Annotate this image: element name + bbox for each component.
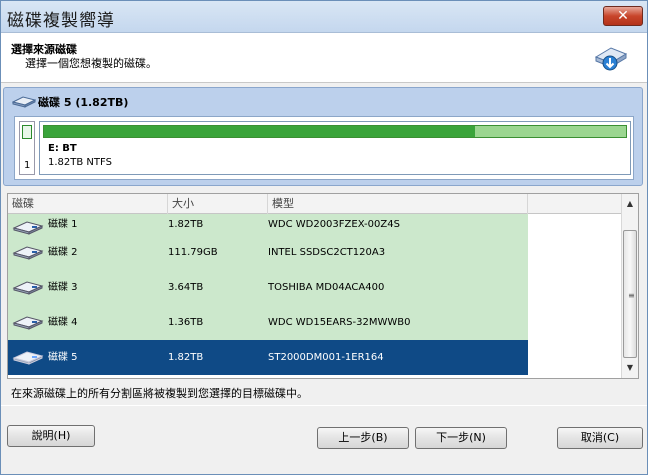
- close-button[interactable]: ✕: [603, 6, 643, 26]
- disk-index-number: 1: [24, 160, 31, 171]
- disk-name: 磁碟 3: [48, 282, 78, 293]
- disk-size: 111.79GB: [168, 247, 218, 258]
- partition-label: E: BT: [48, 143, 77, 154]
- table-row[interactable]: 磁碟 4 1.36TB WDC WD15EARS-32MWWB0: [8, 305, 528, 340]
- hard-disk-icon: [12, 316, 44, 330]
- column-header-disk[interactable]: 磁碟: [8, 194, 168, 214]
- hard-disk-icon: [12, 351, 44, 365]
- disk-name: 磁碟 2: [48, 247, 78, 258]
- source-disk-panel: 磁碟 5 (1.82TB) 1 E: BT 1.82TB NTFS: [3, 87, 643, 186]
- vertical-scrollbar[interactable]: ▲ ≡ ▼: [621, 194, 638, 378]
- partition-block[interactable]: E: BT 1.82TB NTFS: [39, 121, 631, 175]
- page-subtitle: 選擇一個您想複製的磁碟。: [25, 57, 157, 70]
- table-row[interactable]: 磁碟 2 111.79GB INTEL SSDSC2CT120A3: [8, 235, 528, 270]
- disk-copy-icon: [594, 47, 628, 71]
- disk-index-bar: [22, 125, 32, 139]
- hard-disk-icon: [12, 221, 44, 235]
- grip-icon: ≡: [628, 291, 635, 300]
- help-button[interactable]: 說明(H): [7, 425, 95, 447]
- disk-name: 磁碟 5: [48, 352, 78, 363]
- title-bar: 磁碟複製嚮導 ✕: [1, 1, 647, 33]
- table-row-selected[interactable]: 磁碟 5 1.82TB ST2000DM001-1ER164: [8, 340, 528, 375]
- scrollbar-thumb[interactable]: ≡: [623, 230, 637, 358]
- back-button[interactable]: 上一步(B): [317, 427, 409, 449]
- table-row[interactable]: 磁碟 3 3.64TB TOSHIBA MD04ACA400: [8, 270, 528, 305]
- disk-size: 1.36TB: [168, 317, 204, 328]
- disk-model: INTEL SSDSC2CT120A3: [268, 247, 386, 258]
- cancel-button[interactable]: 取消(C): [557, 427, 643, 449]
- disk-model: TOSHIBA MD04ACA400: [268, 282, 385, 293]
- hard-disk-icon: [12, 281, 44, 295]
- info-text: 在來源磁碟上的所有分割區將被複製到您選擇的目標磁碟中。: [11, 387, 308, 400]
- disk-model: ST2000DM001-1ER164: [268, 352, 384, 363]
- disk-model: WDC WD15EARS-32MWWB0: [268, 317, 411, 328]
- disk-size: 1.82TB: [168, 352, 204, 363]
- partition-usage-bar: [43, 125, 627, 138]
- scroll-down-arrow-icon[interactable]: ▼: [622, 360, 638, 376]
- disk-copy-wizard-window: 磁碟複製嚮導 ✕ 選擇來源磁碟 選擇一個您想複製的磁碟。 磁碟 5 (1.82T…: [0, 0, 648, 475]
- source-disk-title: 磁碟 5 (1.82TB): [38, 96, 129, 109]
- table-empty-area: [528, 214, 622, 378]
- disk-size: 3.64TB: [168, 282, 204, 293]
- close-icon: ✕: [617, 8, 629, 24]
- scroll-up-arrow-icon[interactable]: ▲: [622, 196, 638, 212]
- table-header: 磁碟 大小 模型: [8, 194, 622, 214]
- next-button[interactable]: 下一步(N): [415, 427, 507, 449]
- hard-disk-icon: [12, 246, 44, 260]
- partition-usage-fill: [44, 126, 475, 137]
- table-body: 磁碟 1 1.82TB WDC WD2003FZEX-00Z4S 磁碟 2 11…: [8, 214, 622, 378]
- footer-divider: [1, 405, 647, 406]
- column-header-model[interactable]: 模型: [268, 194, 528, 214]
- disk-list: 磁碟 大小 模型 磁碟 1 1.82TB WDC WD2003FZEX-00Z4…: [7, 193, 639, 379]
- disk-index-box: 1: [19, 121, 35, 175]
- partition-size: 1.82TB NTFS: [48, 157, 112, 168]
- window-title: 磁碟複製嚮導: [7, 11, 115, 31]
- wizard-header: 選擇來源磁碟 選擇一個您想複製的磁碟。: [1, 33, 647, 83]
- table-row[interactable]: 磁碟 1 1.82TB WDC WD2003FZEX-00Z4S: [8, 214, 528, 235]
- disk-icon: [12, 96, 36, 108]
- column-header-size[interactable]: 大小: [168, 194, 268, 214]
- source-disk-map: 1 E: BT 1.82TB NTFS: [14, 116, 634, 180]
- disk-name: 磁碟 4: [48, 317, 78, 328]
